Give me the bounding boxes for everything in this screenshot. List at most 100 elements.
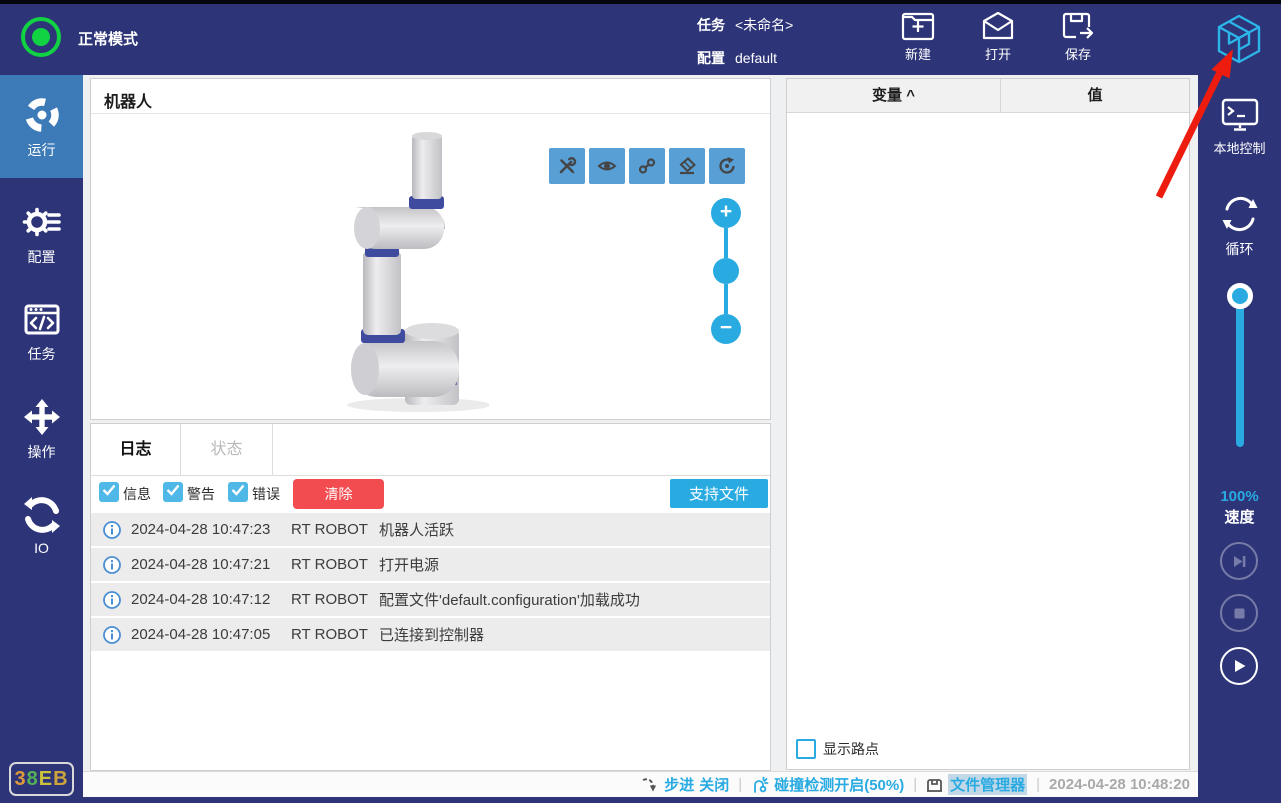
step-mode-status[interactable]: 步进 关闭 [641, 774, 729, 795]
show-waypoints-checkbox[interactable] [796, 739, 816, 759]
support-file-button[interactable]: 支持文件 [670, 479, 768, 508]
save-label: 保存 [1064, 47, 1091, 62]
open-button[interactable]: 打开 [970, 11, 1026, 63]
info-checkbox[interactable] [99, 482, 119, 502]
variables-panel: 变量 ^ 值 显示路点 [786, 78, 1190, 770]
view-rotate-button[interactable] [709, 148, 745, 184]
zoom-out-button[interactable]: − [711, 314, 741, 344]
log-entry-row[interactable]: 2024-04-28 10:47:23 RT ROBOT 机器人活跃 [91, 513, 770, 546]
save-button[interactable]: 保存 [1050, 11, 1106, 63]
sidebar-operate-label: 操作 [27, 444, 56, 460]
sidebar-task-label: 任务 [27, 346, 56, 362]
sidebar-item-task[interactable]: 任务 [0, 299, 83, 364]
log-message: 机器人活跃 [379, 522, 455, 539]
log-time: 2024-04-28 10:47:05 [131, 626, 271, 643]
zoom-in-button[interactable]: + [711, 198, 741, 228]
config-gear-icon [0, 202, 83, 242]
robot-3d-panel: 机器人 + − [90, 78, 771, 420]
top-bar: 正常模式 任务 <未命名> 配置 default 新建 打开 保存 [0, 4, 1281, 75]
show-waypoints-row: 显示路点 [796, 739, 879, 759]
step-label: 步进 [664, 777, 695, 794]
collision-label: 碰撞检测开启(50%) [774, 777, 905, 794]
new-task-button[interactable]: 新建 [890, 11, 946, 63]
variable-column-header[interactable]: 变量 ^ [787, 79, 1001, 112]
log-time: 2024-04-28 10:47:23 [131, 521, 271, 538]
robot-arm-3d-view[interactable] [337, 107, 489, 415]
rotate-icon [717, 156, 737, 176]
log-entry-row[interactable]: 2024-04-28 10:47:05 RT ROBOT 已连接到控制器 [91, 618, 770, 651]
robot-status-indicator[interactable] [21, 17, 61, 57]
badge-char: 8 [26, 768, 39, 790]
log-filter-row: 信息 警告 错误 清除 支持文件 [91, 477, 770, 510]
status-green-dot-icon [32, 28, 50, 46]
view-path-button[interactable] [629, 148, 665, 184]
divider: | [1036, 776, 1041, 793]
warning-checkbox[interactable] [163, 482, 183, 502]
sidebar-run-label: 运行 [27, 142, 56, 158]
zoom-control: + − [711, 198, 741, 344]
log-message: 已连接到控制器 [379, 627, 485, 644]
task-code-icon [0, 299, 83, 339]
task-value: <未命名> [735, 17, 794, 33]
log-tabs: 日志 状态 [91, 424, 770, 476]
bottom-edge-strip [83, 797, 1198, 803]
speed-slider-thumb[interactable] [1227, 283, 1253, 309]
zoom-track[interactable] [724, 228, 728, 258]
variables-header: 变量 ^ 值 [787, 79, 1189, 113]
skip-next-button[interactable] [1220, 542, 1258, 580]
tab-status[interactable]: 状态 [181, 424, 273, 476]
info-icon [103, 520, 121, 539]
sidebar-item-operate[interactable]: 操作 [0, 397, 83, 462]
skip-next-icon [1232, 554, 1247, 569]
zoom-track[interactable] [724, 284, 728, 314]
play-button[interactable] [1220, 647, 1258, 685]
sidebar-item-config[interactable]: 配置 [0, 202, 83, 267]
stop-icon [1233, 607, 1246, 620]
speed-label: 速度 [1224, 509, 1255, 526]
log-time: 2024-04-28 10:47:12 [131, 591, 271, 608]
sidebar-io-label: IO [34, 540, 49, 556]
sidebar-item-run[interactable]: 运行 [0, 75, 83, 178]
log-source: RT ROBOT [291, 521, 368, 538]
log-entry-row[interactable]: 2024-04-28 10:47:12 RT ROBOT 配置文件'defaul… [91, 583, 770, 616]
log-entry-row[interactable]: 2024-04-28 10:47:21 RT ROBOT 打开电源 [91, 548, 770, 581]
clear-log-button[interactable]: 清除 [293, 479, 384, 509]
log-message: 打开电源 [379, 557, 440, 574]
tab-log[interactable]: 日志 [91, 424, 181, 476]
new-task-icon [890, 11, 946, 41]
path-icon [637, 156, 657, 176]
view-eraser-button[interactable] [669, 148, 705, 184]
zoom-slider-thumb[interactable] [713, 258, 739, 284]
warning-filter-label: 警告 [187, 486, 215, 502]
log-source: RT ROBOT [291, 556, 368, 573]
log-source: RT ROBOT [291, 591, 368, 608]
log-panel: 日志 状态 信息 警告 错误 清除 支持文件 2024-04-28 10:47:… [90, 423, 771, 771]
save-icon [1050, 11, 1106, 41]
file-manager-status[interactable]: 文件管理器 [926, 774, 1028, 795]
loop-label: 循环 [1225, 241, 1254, 257]
log-message: 配置文件'default.configuration'加载成功 [379, 592, 640, 609]
log-source: RT ROBOT [291, 626, 368, 643]
sort-caret-icon: ^ [906, 87, 915, 104]
badge-char: B [53, 768, 69, 790]
stop-button[interactable] [1220, 594, 1258, 632]
error-checkbox[interactable] [228, 482, 248, 502]
tools-icon [557, 156, 577, 176]
divider: | [913, 776, 918, 793]
file-manager-icon [926, 777, 943, 793]
variable-column-label: 变量 [872, 87, 903, 104]
run-icon [0, 95, 83, 135]
view-visibility-button[interactable] [589, 148, 625, 184]
collision-detection-status[interactable]: 碰撞检测开启(50%) [751, 774, 904, 795]
status-bar: 步进 关闭 | 碰撞检测开启(50%) | 文件管理器 | 2024-04-28… [83, 771, 1198, 797]
info-filter-label: 信息 [123, 486, 151, 502]
open-icon [970, 11, 1026, 41]
open-label: 打开 [984, 47, 1011, 62]
show-waypoints-label: 显示路点 [823, 741, 879, 757]
view-tools-button[interactable] [549, 148, 585, 184]
speed-slider-track[interactable] [1236, 297, 1244, 447]
log-time: 2024-04-28 10:47:21 [131, 556, 271, 573]
hex-code-badge: 38EB [9, 762, 74, 796]
sidebar-item-io[interactable]: IO [0, 495, 83, 556]
config-row: 配置 default [697, 48, 777, 68]
